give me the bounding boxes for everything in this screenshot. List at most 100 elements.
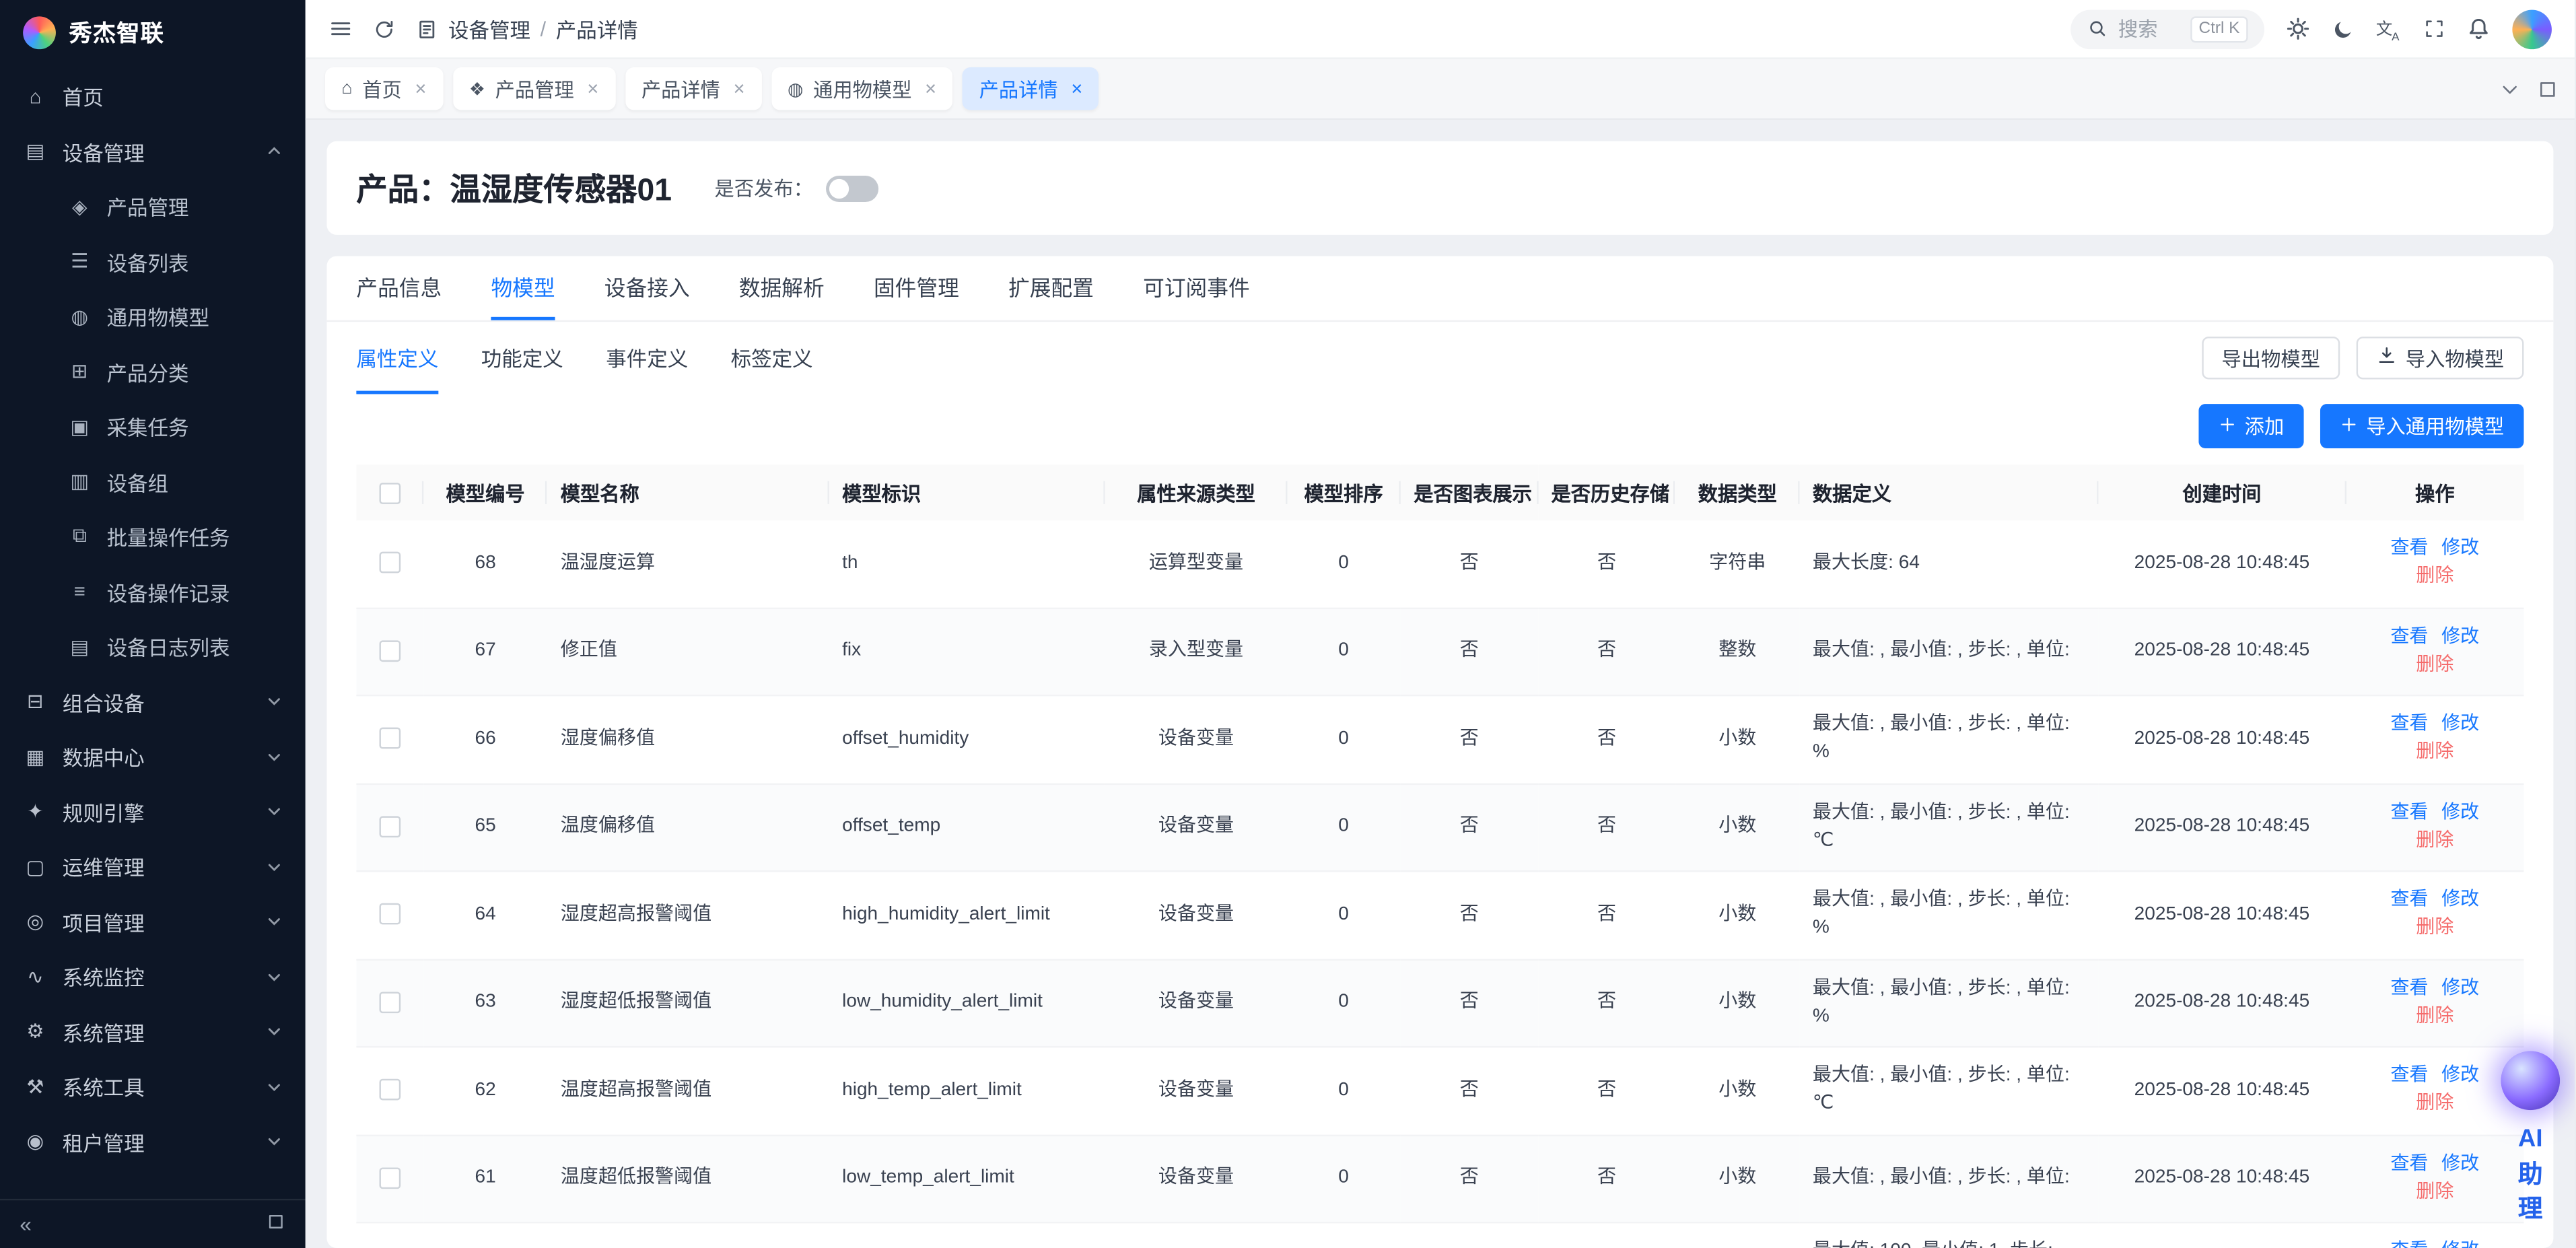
column-header[interactable]: 数据类型 (1675, 464, 1799, 520)
select-all-checkbox[interactable] (379, 483, 401, 505)
delete-link[interactable]: 删除 (2416, 918, 2453, 938)
column-header[interactable]: 模型编号 (423, 464, 547, 520)
delete-link[interactable]: 删除 (2416, 655, 2453, 674)
sidebar-subitem[interactable]: ⧉ 批量操作任务 (0, 509, 306, 564)
sidebar-subitem[interactable]: ▥ 设备组 (0, 454, 306, 510)
notifications-icon[interactable] (2466, 16, 2491, 41)
sidebar-subitem[interactable]: ▤ 设备日志列表 (0, 619, 306, 674)
sidebar-subitem[interactable]: ⊞ 产品分类 (0, 344, 306, 399)
tab-item[interactable]: 可订阅事件 (1143, 256, 1250, 320)
sidebar-subitem[interactable]: ◈ 产品管理 (0, 179, 306, 234)
column-header[interactable]: 是否图表展示 (1401, 464, 1538, 520)
sidebar-subitem[interactable]: ≡ 设备操作记录 (0, 564, 306, 619)
pin-sidebar-icon[interactable] (266, 1212, 285, 1237)
subtab-item[interactable]: 功能定义 (481, 322, 563, 394)
settings-icon[interactable] (2286, 16, 2311, 41)
column-header[interactable]: 模型排序 (1286, 464, 1400, 520)
edit-link[interactable]: 修改 (2441, 714, 2479, 734)
sidebar-item[interactable]: ∿ 系统监控 (0, 949, 306, 1004)
column-header[interactable]: 数据定义 (1799, 464, 2097, 520)
edit-link[interactable]: 修改 (2441, 802, 2479, 822)
close-icon[interactable]: × (587, 77, 598, 100)
close-icon[interactable]: × (925, 77, 936, 100)
tab-item[interactable]: 产品信息 (356, 256, 442, 320)
edit-link[interactable]: 修改 (2441, 890, 2479, 909)
column-header[interactable]: 模型标识 (829, 464, 1106, 520)
view-link[interactable]: 查看 (2390, 1241, 2428, 1248)
sidebar-item[interactable]: ◉ 租户管理 (0, 1114, 306, 1169)
edit-link[interactable]: 修改 (2441, 978, 2479, 998)
sidebar-item[interactable]: ⌂ 首页 (0, 69, 306, 124)
sidebar-subitem[interactable]: ◍ 通用物模型 (0, 289, 306, 344)
row-checkbox[interactable] (379, 1167, 401, 1188)
tabs-maximize-icon[interactable] (2537, 78, 2558, 100)
delete-link[interactable]: 删除 (2416, 742, 2453, 762)
tab-chip[interactable]: 产品详情 × (625, 67, 761, 110)
row-checkbox[interactable] (379, 991, 401, 1012)
edit-link[interactable]: 修改 (2441, 627, 2479, 646)
tabs-dropdown-icon[interactable] (2499, 78, 2521, 100)
subtab-active[interactable]: 属性定义 (356, 322, 438, 394)
edit-link[interactable]: 修改 (2441, 1154, 2479, 1173)
sidebar-item[interactable]: ⚒ 系统工具 (0, 1059, 306, 1114)
close-icon[interactable]: × (733, 77, 744, 100)
subtab-item[interactable]: 标签定义 (731, 322, 813, 394)
sidebar-item[interactable]: ⊟ 组合设备 (0, 674, 306, 729)
delete-link[interactable]: 删除 (2416, 1094, 2453, 1113)
tab-item[interactable]: 设备接入 (604, 256, 690, 320)
view-link[interactable]: 查看 (2390, 978, 2428, 998)
search-input[interactable]: 搜索 Ctrl K (2070, 9, 2264, 48)
tab-chip[interactable]: 产品详情 × (963, 67, 1099, 110)
tab-item[interactable]: 固件管理 (874, 256, 959, 320)
sidebar-subitem[interactable]: ▣ 采集任务 (0, 399, 306, 454)
tab-chip[interactable]: ❖ 产品管理 × (453, 67, 615, 110)
ai-assistant-label[interactable]: AI助理 (2518, 1121, 2543, 1228)
subtab-item[interactable]: 事件定义 (606, 322, 688, 394)
tab-item[interactable]: 扩展配置 (1008, 256, 1094, 320)
delete-link[interactable]: 删除 (2416, 1006, 2453, 1026)
view-link[interactable]: 查看 (2390, 1154, 2428, 1173)
view-link[interactable]: 查看 (2390, 539, 2428, 558)
import-model-button[interactable]: 导入物模型 (2357, 337, 2524, 379)
tab-item[interactable]: 数据解析 (739, 256, 825, 320)
delete-link[interactable]: 删除 (2416, 1182, 2453, 1202)
column-header[interactable]: 模型名称 (547, 464, 829, 520)
view-link[interactable]: 查看 (2390, 802, 2428, 822)
import-common-model-button[interactable]: 导入通用物模型 (2320, 404, 2524, 448)
view-link[interactable]: 查看 (2390, 890, 2428, 909)
sidebar-item[interactable]: ▦ 数据中心 (0, 729, 306, 784)
tab-chip[interactable]: ⌂ 首页 × (325, 67, 443, 110)
breadcrumb-item[interactable]: 设备管理 (448, 13, 530, 44)
locale-icon[interactable]: 文A (2376, 15, 2402, 42)
sidebar-subitem[interactable]: ☰ 设备列表 (0, 234, 306, 289)
row-checkbox[interactable] (379, 639, 401, 661)
sidebar-item[interactable]: ◎ 项目管理 (0, 894, 306, 949)
edit-link[interactable]: 修改 (2441, 1066, 2479, 1085)
sidebar-item[interactable]: ✦ 规则引擎 (0, 784, 306, 839)
tab-active[interactable]: 物模型 (491, 256, 555, 320)
sidebar-item[interactable]: ⚙ 系统管理 (0, 1004, 306, 1060)
collapse-sidebar-icon[interactable]: « (20, 1212, 32, 1237)
delete-link[interactable]: 删除 (2416, 831, 2453, 850)
dark-mode-icon[interactable] (2332, 18, 2355, 40)
delete-link[interactable]: 删除 (2416, 567, 2453, 586)
hamburger-menu-icon[interactable] (328, 16, 353, 41)
view-link[interactable]: 查看 (2390, 714, 2428, 734)
column-header[interactable]: 是否历史存储 (1538, 464, 1675, 520)
add-button[interactable]: 添加 (2198, 404, 2303, 448)
fullscreen-icon[interactable] (2424, 18, 2445, 40)
close-icon[interactable]: × (415, 77, 426, 100)
column-header[interactable]: 属性来源类型 (1105, 464, 1286, 520)
edit-link[interactable]: 修改 (2441, 539, 2479, 558)
publish-toggle[interactable] (826, 175, 878, 201)
close-icon[interactable]: × (1071, 77, 1082, 100)
row-checkbox[interactable] (379, 903, 401, 925)
row-checkbox[interactable] (379, 815, 401, 837)
column-header[interactable]: 创建时间 (2098, 464, 2346, 520)
refresh-icon[interactable] (373, 18, 396, 40)
tab-chip[interactable]: ◍ 通用物模型 × (771, 67, 953, 110)
avatar[interactable] (2512, 9, 2552, 48)
ai-assistant-icon[interactable] (2501, 1051, 2560, 1110)
view-link[interactable]: 查看 (2390, 1066, 2428, 1085)
sidebar-item[interactable]: ▢ 运维管理 (0, 839, 306, 895)
